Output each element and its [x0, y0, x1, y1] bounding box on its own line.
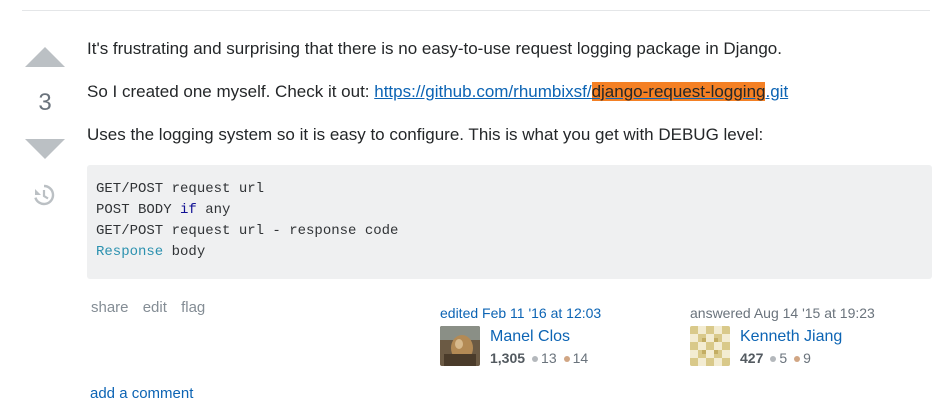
- edit-link[interactable]: edit: [143, 299, 167, 316]
- code-line-2a: POST BODY: [96, 202, 181, 218]
- post-menu: share edit flag: [91, 299, 215, 316]
- history-icon[interactable]: [30, 182, 56, 208]
- bronze-badge-icon: [794, 355, 801, 362]
- add-comment-link[interactable]: add a comment: [90, 385, 193, 402]
- code-content: GET/POST request url POST BODY if any GE…: [96, 179, 923, 263]
- link-part-1: https://github.com/rhumbixsf/: [374, 82, 592, 101]
- editor-reputation: 1,305: [490, 350, 526, 366]
- editor-signature: edited Feb 11 '16 at 12:03 Manel Clos 1,…: [440, 304, 670, 366]
- editor-name[interactable]: Manel Clos: [490, 328, 570, 346]
- github-link[interactable]: https://github.com/rhumbixsf/django-requ…: [374, 82, 788, 101]
- code-line-4b: body: [163, 244, 206, 260]
- vote-count: 3: [38, 89, 52, 116]
- edited-timestamp[interactable]: edited Feb 11 '16 at 12:03: [440, 304, 670, 322]
- code-line-1: GET/POST request url: [96, 181, 265, 197]
- paragraph-2-text: So I created one myself. Check it out:: [87, 82, 375, 101]
- code-line-2b: any: [196, 202, 231, 218]
- post-paragraph-2: So I created one myself. Check it out: h…: [87, 81, 788, 103]
- code-line-3: GET/POST request url - response code: [96, 223, 399, 239]
- share-link[interactable]: share: [91, 299, 129, 316]
- link-part-2: .git: [765, 82, 789, 101]
- silver-badge-icon: [770, 355, 777, 362]
- top-divider: [22, 10, 930, 11]
- editor-silver-count: 13: [541, 350, 557, 366]
- author-signature: answered Aug 14 '15 at 19:23 Kenneth Jia…: [690, 304, 920, 366]
- editor-bronze-count: 14: [572, 350, 589, 366]
- author-identicon-avatar[interactable]: [690, 326, 730, 366]
- code-block: GET/POST request url POST BODY if any GE…: [87, 165, 932, 279]
- upvote-arrow-icon[interactable]: [25, 47, 65, 67]
- code-keyword-if: if: [180, 202, 197, 218]
- post-paragraph-1: It's frustrating and surprising that the…: [87, 39, 782, 58]
- editor-avatar[interactable]: [440, 326, 480, 366]
- answered-timestamp: answered Aug 14 '15 at 19:23: [690, 305, 875, 321]
- code-type-response: Response: [96, 244, 164, 260]
- author-silver-count: 5: [779, 350, 788, 366]
- link-highlight: django-request-logging: [591, 82, 766, 101]
- author-reputation: 427: [740, 350, 764, 366]
- silver-badge-icon: [532, 355, 539, 362]
- downvote-arrow-icon[interactable]: [25, 139, 65, 159]
- bronze-badge-icon: [563, 355, 570, 362]
- author-stats: 427 5 9: [740, 350, 811, 366]
- editor-stats: 1,305 13 14: [490, 350, 588, 366]
- flag-link[interactable]: flag: [181, 299, 205, 316]
- post-paragraph-3: Uses the logging system so it is easy to…: [87, 125, 764, 144]
- author-name[interactable]: Kenneth Jiang: [740, 328, 842, 346]
- author-bronze-count: 9: [803, 350, 811, 366]
